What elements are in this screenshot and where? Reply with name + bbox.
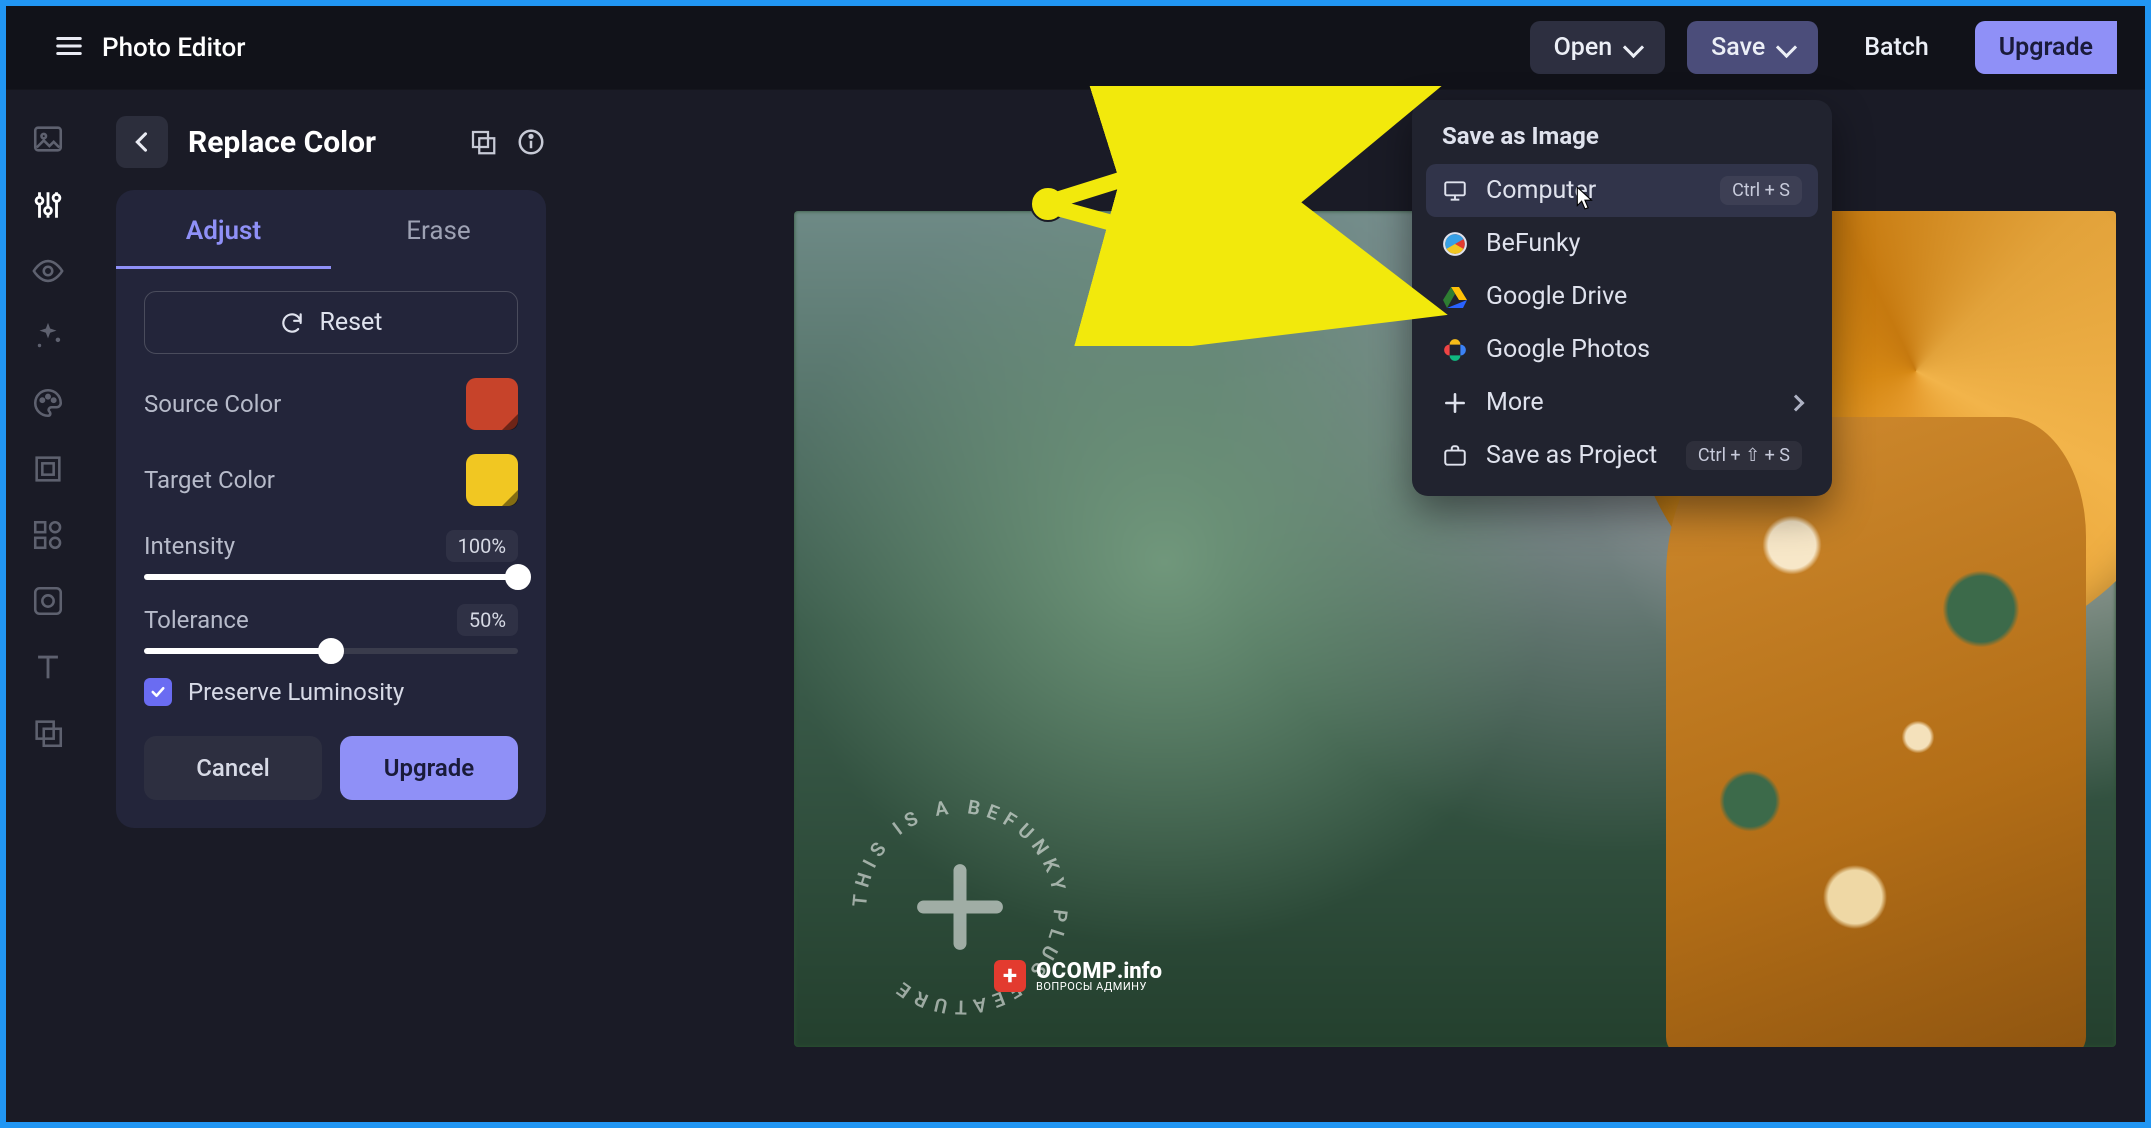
save-google-drive[interactable]: Google Drive — [1426, 270, 1818, 323]
eye-icon[interactable] — [29, 252, 67, 290]
save-google-photos[interactable]: Google Photos — [1426, 323, 1818, 376]
target-color-label: Target Color — [144, 466, 275, 494]
open-button[interactable]: Open — [1530, 21, 1666, 74]
photo-figure — [1666, 417, 2086, 1047]
preserve-luminosity-checkbox[interactable] — [144, 678, 172, 706]
tolerance-label: Tolerance — [144, 606, 249, 634]
chevron-down-icon — [1779, 33, 1794, 62]
left-rail — [6, 96, 90, 1122]
save-menu: Save as Image Computer Ctrl + S BeFunky … — [1412, 100, 1832, 496]
save-computer[interactable]: Computer Ctrl + S — [1426, 164, 1818, 217]
target-color-swatch[interactable] — [466, 454, 518, 506]
tab-erase[interactable]: Erase — [331, 190, 546, 269]
upgrade-label: Upgrade — [1999, 33, 2093, 62]
save-computer-label: Computer — [1486, 176, 1596, 205]
sparkle-icon[interactable] — [29, 318, 67, 356]
chevron-down-icon — [1626, 33, 1641, 62]
text-icon[interactable] — [29, 648, 67, 686]
save-befunky[interactable]: BeFunky — [1426, 217, 1818, 270]
save-label: Save — [1711, 33, 1765, 62]
google-photos-icon — [1442, 337, 1468, 363]
layers-icon[interactable] — [29, 714, 67, 752]
upgrade-button[interactable]: Upgrade — [1975, 21, 2117, 74]
save-menu-title: Save as Image — [1426, 122, 1818, 164]
palette-icon[interactable] — [29, 384, 67, 422]
reset-button[interactable]: Reset — [144, 291, 518, 354]
save-as-project-shortcut: Ctrl + ⇧ + S — [1686, 441, 1802, 470]
info-icon[interactable] — [516, 127, 546, 157]
replace-color-panel: Replace Color Adjust Erase Reset Source … — [116, 116, 546, 828]
shapes-icon[interactable] — [29, 516, 67, 554]
cancel-button[interactable]: Cancel — [144, 736, 322, 800]
watermark-ring: THIS IS A BEFUNKY PLUS FEATURE — [830, 777, 1090, 1037]
tolerance-value[interactable]: 50% — [457, 604, 518, 636]
image-icon[interactable] — [29, 120, 67, 158]
site-watermark: + OCOMP.info ВОПРОСЫ АДМИНУ — [994, 959, 1162, 993]
back-button[interactable] — [116, 116, 168, 168]
preserve-luminosity-label: Preserve Luminosity — [188, 678, 404, 706]
app-title: Photo Editor — [102, 33, 245, 63]
menu-button[interactable]: Photo Editor — [34, 19, 265, 77]
plus-icon — [1442, 390, 1468, 416]
tolerance-slider[interactable] — [144, 648, 518, 654]
pattern-icon[interactable] — [29, 582, 67, 620]
watermark-sub: ВОПРОСЫ АДМИНУ — [1036, 980, 1162, 993]
source-color-label: Source Color — [144, 390, 281, 418]
sliders-icon[interactable] — [29, 186, 67, 224]
upgrade-button-panel[interactable]: Upgrade — [340, 736, 518, 800]
panel-title: Replace Color — [188, 125, 448, 160]
app-frame: Photo Editor Open Save Batch Upgrade — [0, 0, 2151, 1128]
hamburger-icon — [54, 31, 84, 65]
chevron-right-icon — [1788, 394, 1805, 411]
intensity-slider[interactable] — [144, 574, 518, 580]
save-as-project[interactable]: Save as Project Ctrl + ⇧ + S — [1426, 429, 1818, 482]
crop-icon[interactable] — [29, 450, 67, 488]
save-google-photos-label: Google Photos — [1486, 335, 1650, 364]
intensity-label: Intensity — [144, 532, 235, 560]
batch-button[interactable]: Batch — [1840, 21, 1953, 74]
plus-icon: + — [994, 960, 1026, 992]
save-button[interactable]: Save — [1687, 21, 1818, 74]
befunky-icon — [1442, 231, 1468, 257]
reset-label: Reset — [319, 308, 382, 337]
save-google-drive-label: Google Drive — [1486, 282, 1627, 311]
source-color-swatch[interactable] — [466, 378, 518, 430]
batch-label: Batch — [1864, 33, 1929, 62]
google-drive-icon — [1442, 284, 1468, 310]
multi-layer-icon[interactable] — [468, 127, 498, 157]
intensity-value[interactable]: 100% — [446, 530, 518, 562]
open-label: Open — [1554, 33, 1613, 62]
monitor-icon — [1442, 178, 1468, 204]
save-more-label: More — [1486, 388, 1544, 417]
save-befunky-label: BeFunky — [1486, 229, 1580, 258]
save-as-project-label: Save as Project — [1486, 441, 1657, 470]
save-more[interactable]: More — [1426, 376, 1818, 429]
topbar: Photo Editor Open Save Batch Upgrade — [6, 6, 2145, 90]
tab-adjust[interactable]: Adjust — [116, 190, 331, 269]
save-computer-shortcut: Ctrl + S — [1720, 176, 1802, 205]
briefcase-icon — [1442, 443, 1468, 469]
topbar-right: Open Save Batch Upgrade — [1530, 21, 2117, 74]
